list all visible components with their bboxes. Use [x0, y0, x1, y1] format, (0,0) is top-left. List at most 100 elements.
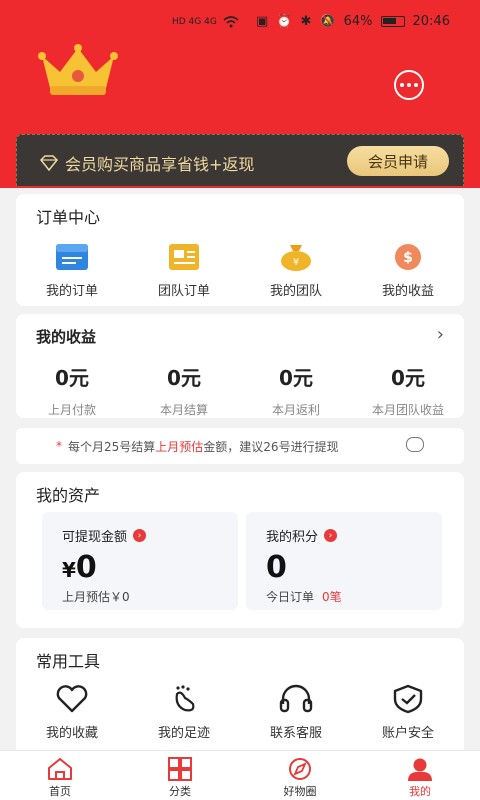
- chat-bubble-icon[interactable]: [394, 70, 424, 100]
- footprint-label: 我的足迹: [157, 726, 210, 741]
- my-earnings-label: 我的收益: [381, 284, 434, 299]
- team-orders-icon: [169, 244, 199, 270]
- earnings-value: 0元: [55, 366, 89, 390]
- my-orders-icon: [56, 244, 88, 270]
- order-center-card: 订单中心 我的订单 团队订单 ¥ 我的团队 $ 我的收益: [16, 194, 464, 306]
- signal-text: HD 4G 4G: [172, 17, 217, 27]
- withdraw-amount: ¥0: [62, 550, 97, 585]
- battery-percent: 64%: [343, 14, 373, 29]
- arrow-right-icon: ›: [133, 529, 147, 542]
- tab-discover[interactable]: 好物圈: [240, 751, 360, 800]
- bottom-tab-bar: 首页 分类 好物圈 我的: [0, 750, 480, 800]
- settlement-notice: * 每个月25号结算 上月预估 金额，建议26号进行提现: [16, 428, 464, 464]
- my-team-item[interactable]: ¥ 我的团队: [240, 242, 352, 299]
- withdraw-estimate: 上月预估￥0: [62, 590, 130, 604]
- points-box[interactable]: 我的积分 › 0 今日订单 0笔: [246, 512, 442, 610]
- status-right: ▣ ⏰ ✱ 🔕 64% 20:46: [256, 14, 450, 29]
- notice-highlight: 上月预估: [155, 439, 204, 454]
- account-security-item[interactable]: 账户安全: [352, 684, 464, 741]
- tab-category[interactable]: 分类: [120, 751, 240, 800]
- tab-home-label: 首页: [49, 785, 71, 798]
- tab-home[interactable]: 首页: [0, 751, 120, 800]
- favorites-item[interactable]: 我的收藏: [16, 684, 128, 741]
- mute-icon: 🔕: [319, 14, 336, 29]
- points-title: 我的积分: [266, 530, 319, 545]
- team-orders-item[interactable]: 团队订单: [128, 242, 240, 299]
- tools-title: 常用工具: [36, 652, 101, 671]
- customer-service-label: 联系客服: [269, 726, 322, 741]
- withdraw-box[interactable]: 可提现金额 › ¥0 上月预估￥0: [42, 512, 238, 610]
- home-icon: [48, 758, 72, 780]
- withdraw-value: 0: [75, 550, 97, 585]
- vip-banner: 会员购买商品享省钱+返现 会员申请: [16, 134, 464, 186]
- arrow-right-icon: ›: [324, 529, 338, 542]
- status-bar: HD 4G 4G ▣ ⏰ ✱ 🔕 64% 20:46: [0, 12, 480, 36]
- notice-star: *: [56, 439, 62, 453]
- today-orders-label: 今日订单: [266, 590, 315, 604]
- notice-suffix: 金额，建议26号进行提现: [203, 439, 339, 454]
- bluetooth-icon: ✱: [300, 14, 312, 29]
- diamond-icon: [39, 155, 59, 171]
- notice-prefix: 每个月25号结算: [68, 439, 156, 454]
- money-bag-icon: ¥: [281, 245, 311, 271]
- chevron-right-icon[interactable]: ›: [437, 324, 444, 345]
- footprint-item[interactable]: 我的足迹: [128, 684, 240, 741]
- earnings-label: 本月结算: [159, 403, 208, 417]
- favorites-label: 我的收藏: [45, 726, 98, 741]
- tools-card: 常用工具 我的收藏 我的足迹 联系客服 账户安全: [16, 638, 464, 750]
- clock: 20:46: [412, 14, 450, 29]
- earnings-card[interactable]: 我的收益 › 0元 上月付款 0元 本月结算 0元 本月返利 0元 本月团队收益: [16, 314, 464, 418]
- earnings-item: 0元 本月团队收益: [352, 362, 464, 418]
- footprint-icon: [175, 685, 195, 712]
- earnings-item: 0元 本月结算: [128, 362, 240, 418]
- tools-grid: 我的收藏 我的足迹 联系客服 账户安全: [16, 684, 464, 741]
- nfc-icon: ▣: [256, 14, 269, 29]
- alarm-icon: ⏰: [276, 14, 293, 29]
- user-icon: [408, 758, 432, 781]
- signal-indicators: HD 4G 4G: [172, 16, 239, 28]
- order-center-title: 订单中心: [36, 208, 101, 227]
- my-orders-label: 我的订单: [45, 284, 98, 299]
- earnings-item: 0元 上月付款: [16, 362, 128, 418]
- earnings-value: 0元: [391, 366, 425, 390]
- heart-icon: [56, 685, 88, 713]
- today-orders: 今日订单 0笔: [266, 588, 342, 605]
- today-orders-value: 0笔: [322, 590, 342, 604]
- headset-icon: [279, 684, 313, 713]
- currency-symbol: ¥: [62, 558, 76, 582]
- earnings-grid: 0元 上月付款 0元 本月结算 0元 本月返利 0元 本月团队收益: [16, 362, 464, 418]
- assets-card: 我的资产 可提现金额 › ¥0 上月预估￥0 我的积分 › 0 今日订单 0笔: [16, 472, 464, 628]
- wifi-icon: [223, 16, 239, 28]
- team-orders-label: 团队订单: [157, 284, 210, 299]
- category-grid-icon: [168, 757, 192, 781]
- vip-apply-button[interactable]: 会员申请: [347, 146, 449, 176]
- svg-text:$: $: [403, 250, 413, 266]
- shield-check-icon: [393, 684, 423, 714]
- comment-icon[interactable]: [406, 437, 424, 452]
- tab-discover-label: 好物圈: [283, 785, 317, 798]
- vip-text-group: 会员购买商品享省钱+返现: [39, 151, 254, 175]
- compass-icon: [289, 758, 311, 780]
- svg-text:¥: ¥: [293, 257, 299, 268]
- tab-mine[interactable]: 我的: [360, 751, 480, 800]
- my-earnings-item[interactable]: $ 我的收益: [352, 242, 464, 299]
- withdraw-title-row: 可提现金额 ›: [62, 526, 147, 545]
- earnings-title: 我的收益: [36, 328, 97, 346]
- earnings-value: 0元: [279, 366, 313, 390]
- my-orders-item[interactable]: 我的订单: [16, 242, 128, 299]
- tab-category-label: 分类: [169, 785, 191, 798]
- earnings-label: 上月付款: [47, 403, 96, 417]
- earnings-value: 0元: [167, 366, 201, 390]
- points-title-row: 我的积分 ›: [266, 526, 338, 545]
- earnings-label: 本月返利: [271, 403, 320, 417]
- assets-title: 我的资产: [36, 486, 101, 505]
- order-grid: 我的订单 团队订单 ¥ 我的团队 $ 我的收益: [16, 242, 464, 299]
- customer-service-item[interactable]: 联系客服: [240, 684, 352, 741]
- battery-icon: [380, 16, 405, 27]
- withdraw-title: 可提现金额: [62, 530, 128, 545]
- tab-mine-label: 我的: [409, 785, 431, 798]
- points-value: 0: [266, 550, 287, 585]
- my-team-label: 我的团队: [269, 284, 322, 299]
- earnings-item: 0元 本月返利: [240, 362, 352, 418]
- crown-icon: [38, 44, 118, 95]
